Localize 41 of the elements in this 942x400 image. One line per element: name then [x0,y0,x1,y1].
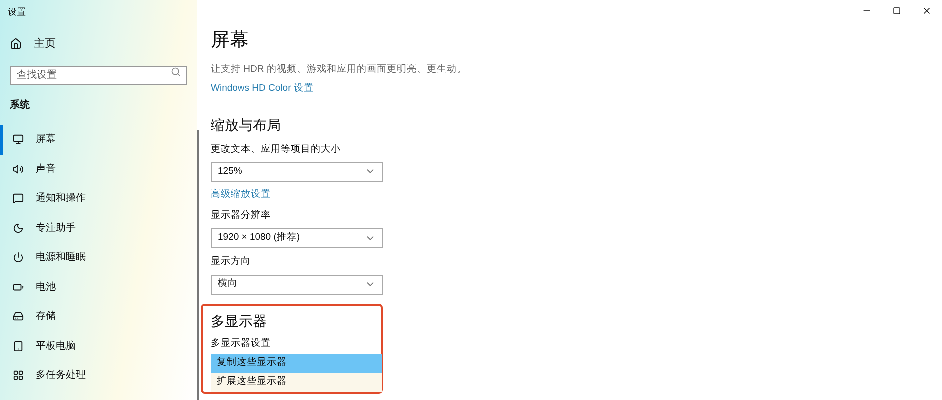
drive-icon [13,311,24,322]
power-icon [13,252,24,264]
advanced-scaling-link[interactable]: 高级缩放设置 [211,188,271,202]
dropdown-option[interactable]: 扩展这些显示器 [211,372,382,392]
tablet-icon [13,340,24,352]
field-label: 显示器分辨率 [211,209,271,223]
nav-item[interactable]: 平板电脑 [0,332,197,361]
nav-item[interactable]: 电源和睡眠 [0,243,197,272]
hdr-settings-link[interactable]: Windows HD Color 设置 [211,82,314,96]
nav-item[interactable]: 多任务处理 [0,361,197,390]
nav-item[interactable]: 电池 [0,272,197,302]
moon-icon [13,222,24,234]
page-title: 屏幕 [211,29,249,53]
dropdown[interactable]: 1920 × 1080 (推荐) [211,228,383,248]
section-heading: 缩放与布局 [211,116,281,134]
search-icon [171,66,181,76]
battery-icon [13,282,24,293]
maximize-icon [893,7,901,15]
dropdown-option[interactable]: 复制这些显示器 [211,354,382,373]
search-field[interactable]: 查找设置 [10,66,187,85]
nav-item[interactable]: 声音 [0,154,197,184]
nav-item[interactable]: 专注助手 [0,214,197,243]
field-label: 显示方向 [211,255,251,270]
monitor-icon [13,134,24,146]
close-icon [922,6,932,16]
dropdown[interactable]: 横向 [211,274,383,294]
dropdown[interactable]: 125% [211,162,383,182]
nav-item[interactable]: 通知和操作 [0,184,197,214]
section-heading: 多显示器 [211,312,267,330]
field-label: 多显示器设置 [211,336,271,350]
hdr-description: 让支持 HDR 的视频、游戏和应用的画面更明亮、更生动。 [211,63,467,77]
field-label: 更改文本、应用等项目的大小 [211,142,341,156]
message-icon [13,193,24,204]
home-nav-item[interactable]: 主页 [0,30,197,58]
scrollbar[interactable] [197,130,199,400]
window-title: 设置 [7,6,27,19]
section-heading: 系统 [9,98,31,113]
home-icon [10,38,22,50]
grid-icon [13,370,24,382]
nav-item[interactable]: 存储 [0,302,197,332]
speaker-icon [13,164,24,175]
